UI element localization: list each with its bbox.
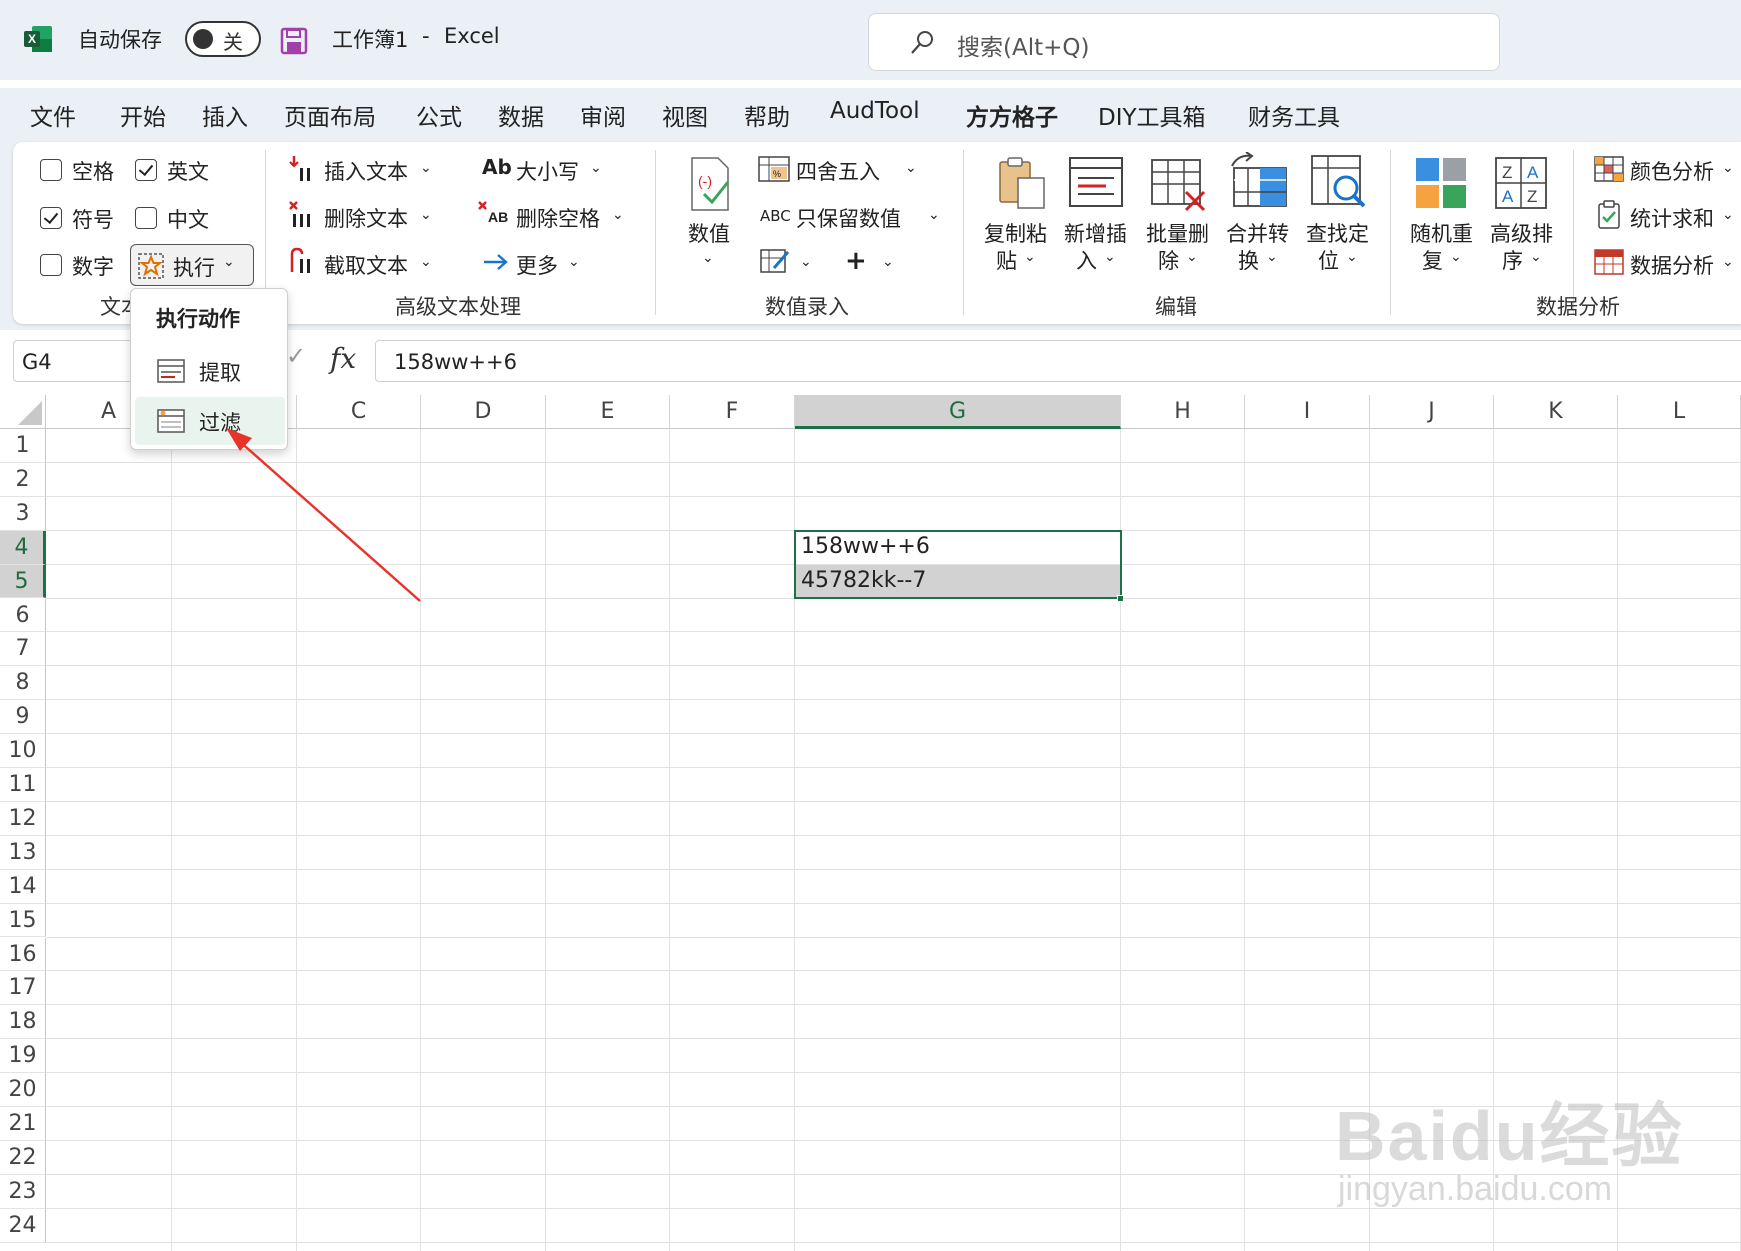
annotation-arrow bbox=[226, 428, 421, 602]
watermark-url: jingyan.baidu.com bbox=[1338, 1170, 1613, 1208]
watermark-logo: Baidu经验 bbox=[1335, 1097, 1684, 1175]
